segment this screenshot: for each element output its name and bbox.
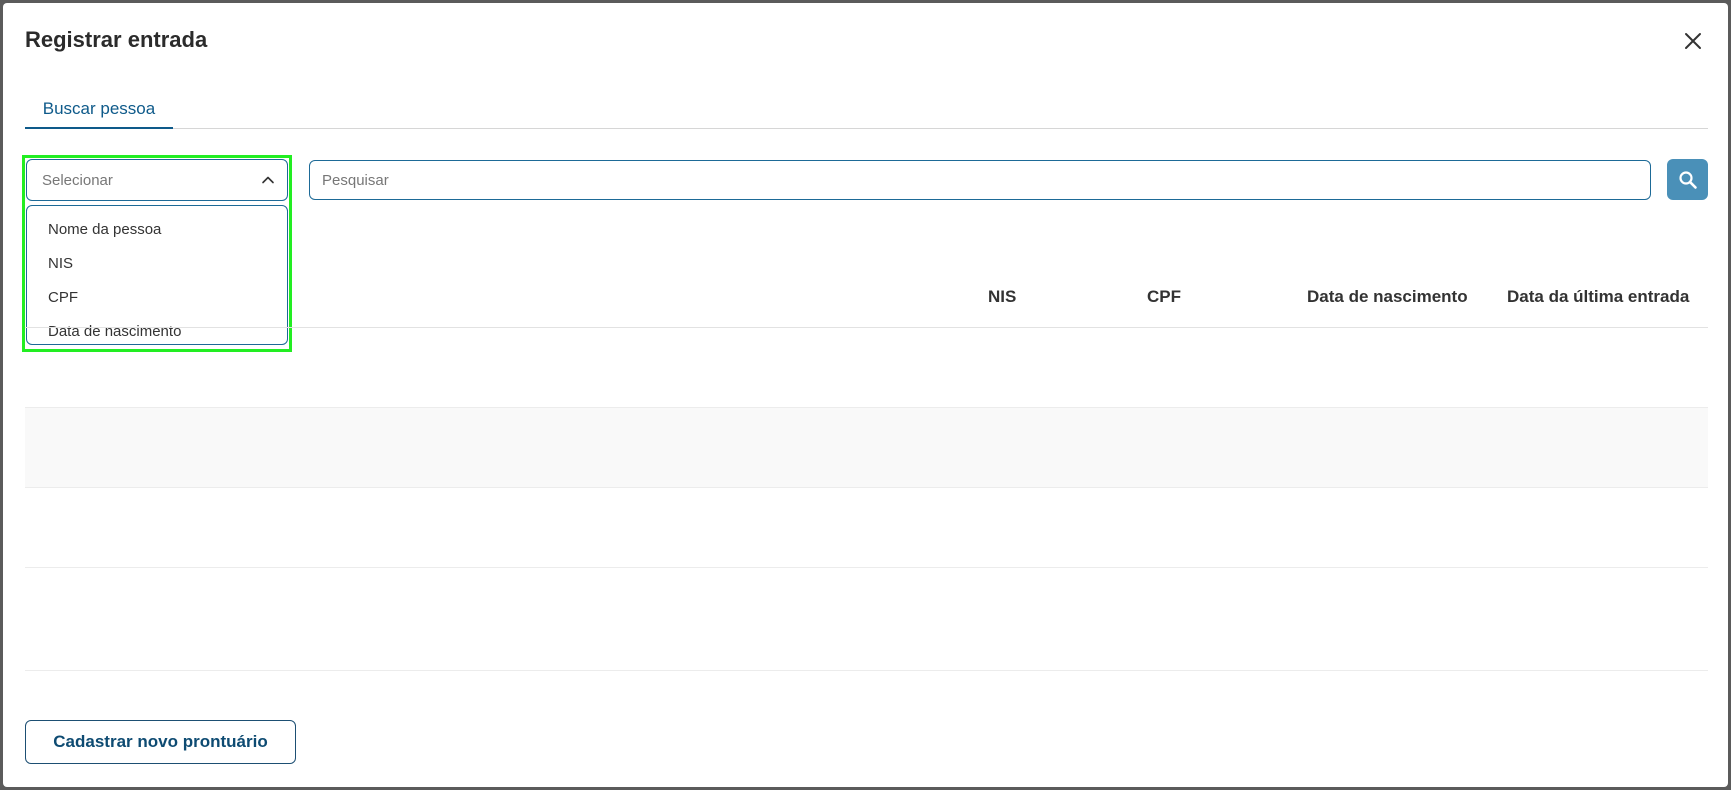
select-placeholder: Selecionar [42,171,113,189]
tab-bar: Buscar pessoa [25,97,1708,129]
search-icon [1678,170,1697,189]
chevron-up-icon [262,176,274,184]
new-record-button[interactable]: Cadastrar novo prontuário [25,720,296,764]
register-entry-modal: Registrar entrada Buscar pessoa Selecion… [3,3,1728,787]
search-type-select[interactable]: Selecionar [26,159,288,201]
tab-buscar-pessoa[interactable]: Buscar pessoa [25,97,173,129]
option-nome-da-pessoa[interactable]: Nome da pessoa [27,212,287,246]
results-table-header: NIS CPF Data de nascimento Data da últim… [25,273,1708,328]
table-row [25,408,1708,488]
column-header-data-ultima-entrada: Data da última entrada [1507,287,1690,306]
table-row [25,488,1708,568]
column-header-cpf: CPF [1147,287,1181,306]
search-input[interactable] [309,160,1651,200]
search-button[interactable] [1667,159,1708,200]
table-row [25,568,1708,671]
table-row [25,328,1708,408]
column-header-data-nascimento: Data de nascimento [1307,287,1468,306]
modal-title: Registrar entrada [25,27,208,52]
close-icon [1685,33,1701,49]
close-button[interactable] [1679,27,1707,55]
column-header-nis: NIS [988,287,1017,306]
